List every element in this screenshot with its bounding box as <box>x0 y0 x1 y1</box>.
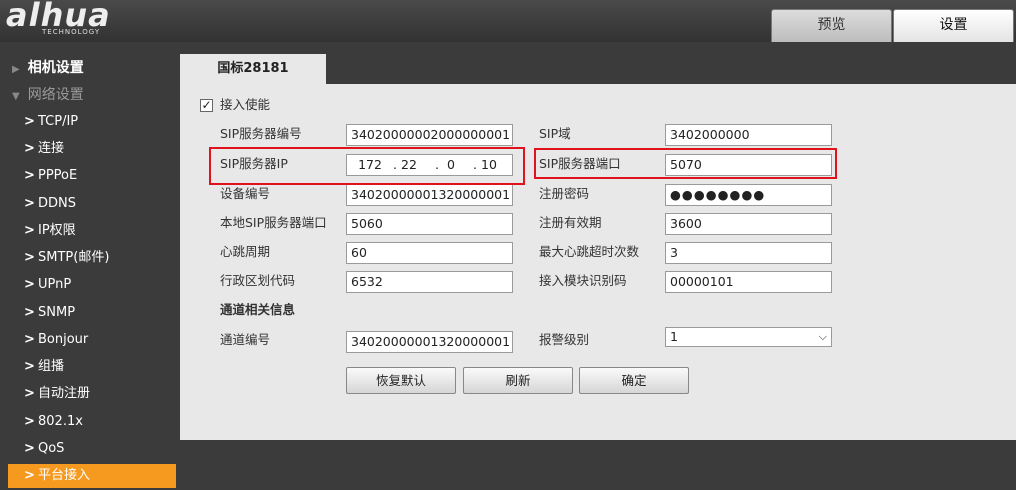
alarm-level-select[interactable]: 1 ⌵ <box>665 327 832 347</box>
tab-settings[interactable]: 设置 <box>893 9 1014 42</box>
reg-validity-input[interactable]: 3600 <box>665 213 832 235</box>
chevron-right-icon: > <box>24 414 35 429</box>
chevron-right-icon: > <box>24 250 35 265</box>
local-sip-port-input[interactable]: 5060 <box>346 213 513 235</box>
chevron-down-icon: ⌵ <box>818 330 827 343</box>
device-id-label: 设备编号 <box>220 186 271 201</box>
tab-gb28181[interactable]: 国标28181 <box>180 54 326 84</box>
sidebar-item-bonjour[interactable]: > Bonjour <box>8 328 176 352</box>
reg-password-input[interactable]: ●●●●●●●● <box>665 184 832 206</box>
sidebar-item-ip-permission[interactable]: > IP权限 <box>8 219 176 243</box>
chevron-right-icon: > <box>24 441 35 456</box>
sidebar-item-tcpip[interactable]: > TCP/IP <box>8 110 176 134</box>
sidebar-item-label: SMTP(邮件) <box>38 250 110 265</box>
heartbeat-period-input[interactable]: 60 <box>346 242 513 264</box>
sidebar: ▶ 相机设置 ▼ 网络设置 > TCP/IP > 连接 > PPPoE > DDNS > IP… <box>0 42 178 490</box>
reg-validity-label: 注册有效期 <box>539 215 602 230</box>
app-header: alhua TECHNOLOGY 预览 设置 <box>0 0 1016 42</box>
sidebar-item-label: 802.1x <box>38 414 83 429</box>
restore-default-button[interactable]: 恢复默认 <box>346 367 456 394</box>
sidebar-item-label: PPPoE <box>38 168 78 183</box>
chevron-right-icon: > <box>24 277 35 292</box>
enable-checkbox[interactable]: ✓ <box>200 99 213 112</box>
enable-label: 接入使能 <box>220 97 271 112</box>
chevron-right-icon: > <box>24 114 35 129</box>
sidebar-item-multicast[interactable]: > 组播 <box>8 355 176 379</box>
channel-id-label: 通道编号 <box>220 332 271 347</box>
sidebar-item-label: DDNS <box>38 196 76 211</box>
sidebar-section-camera[interactable]: ▶ 相机设置 <box>12 55 84 81</box>
footer-area <box>180 440 1016 490</box>
sidebar-item-qos[interactable]: > QoS <box>8 437 176 461</box>
checkmark-icon: ✓ <box>201 98 212 112</box>
sidebar-item-label: 自动注册 <box>38 386 91 401</box>
sip-server-port-highlight <box>534 148 837 179</box>
admin-region-code-label: 行政区划代码 <box>220 273 296 288</box>
channel-id-input[interactable]: 34020000001320000001 <box>346 331 513 353</box>
chevron-right-icon: > <box>24 359 35 374</box>
refresh-button[interactable]: 刷新 <box>463 367 573 394</box>
sidebar-section-network[interactable]: ▼ 网络设置 <box>12 82 84 108</box>
device-id-input[interactable]: 34020000001320000001 <box>346 184 513 206</box>
reg-password-label: 注册密码 <box>539 186 590 201</box>
admin-region-code-input[interactable]: 6532 <box>346 271 513 293</box>
triangle-down-icon: ▼ <box>12 91 20 102</box>
sidebar-item-label: Bonjour <box>38 332 89 347</box>
sidebar-item-label: SNMP <box>38 305 76 320</box>
sip-server-id-input[interactable]: 34020000002000000001 <box>346 124 513 146</box>
sip-domain-input[interactable]: 3402000000 <box>665 124 832 146</box>
chevron-right-icon: > <box>24 223 35 238</box>
logo-subtitle: TECHNOLOGY <box>42 28 101 36</box>
heartbeat-period-label: 心跳周期 <box>220 244 271 259</box>
sidebar-item-snmp[interactable]: > SNMP <box>8 301 176 325</box>
sidebar-item-label: 组播 <box>38 359 65 374</box>
alarm-level-value: 1 <box>670 329 678 344</box>
channel-section-title: 通道相关信息 <box>220 302 296 317</box>
module-id-code-label: 接入模块识别码 <box>539 273 627 288</box>
local-sip-port-label: 本地SIP服务器端口 <box>220 215 327 230</box>
chevron-right-icon: > <box>24 468 35 483</box>
chevron-right-icon: > <box>24 386 35 401</box>
sidebar-item-label: IP权限 <box>38 223 76 238</box>
ok-button[interactable]: 确定 <box>579 367 689 394</box>
max-heartbeat-timeouts-input[interactable]: 3 <box>665 242 832 264</box>
sidebar-item-label: 平台接入 <box>38 468 91 483</box>
gb28181-settings-panel: ✓ 接入使能 SIP服务器编号 34020000002000000001 SIP… <box>180 84 1016 440</box>
chevron-right-icon: > <box>24 168 35 183</box>
sidebar-section-label: 网络设置 <box>27 87 84 103</box>
sip-server-id-label: SIP服务器编号 <box>220 126 302 141</box>
sidebar-item-smtp[interactable]: > SMTP(邮件) <box>8 246 176 270</box>
sidebar-item-ddns[interactable]: > DDNS <box>8 192 176 216</box>
sidebar-item-label: QoS <box>38 441 65 456</box>
tab-preview[interactable]: 预览 <box>771 9 892 42</box>
module-id-code-input[interactable]: 00000101 <box>665 271 832 293</box>
sidebar-item-label: TCP/IP <box>38 114 79 129</box>
sidebar-item-8021x[interactable]: >802.1x <box>8 410 176 434</box>
chevron-right-icon: > <box>24 141 35 156</box>
sidebar-item-label: UPnP <box>38 277 72 292</box>
brand-logo: alhua TECHNOLOGY <box>6 0 111 36</box>
sidebar-item-label: 连接 <box>38 141 65 156</box>
alarm-level-label: 报警级别 <box>539 332 590 347</box>
sidebar-section-label: 相机设置 <box>27 60 84 76</box>
sip-server-ip-highlight <box>209 147 525 185</box>
sidebar-item-auto-register[interactable]: > 自动注册 <box>8 382 176 406</box>
chevron-right-icon: > <box>24 332 35 347</box>
sidebar-item-platform-access[interactable]: > 平台接入 <box>8 464 176 488</box>
sidebar-item-connection[interactable]: > 连接 <box>8 137 176 161</box>
chevron-right-icon: > <box>24 305 35 320</box>
chevron-right-icon: > <box>24 196 35 211</box>
max-heartbeat-timeouts-label: 最大心跳超时次数 <box>539 244 640 259</box>
triangle-right-icon: ▶ <box>12 64 20 75</box>
sidebar-item-pppoe[interactable]: > PPPoE <box>8 164 176 188</box>
sidebar-item-upnp[interactable]: > UPnP <box>8 273 176 297</box>
sip-domain-label: SIP域 <box>539 126 571 141</box>
